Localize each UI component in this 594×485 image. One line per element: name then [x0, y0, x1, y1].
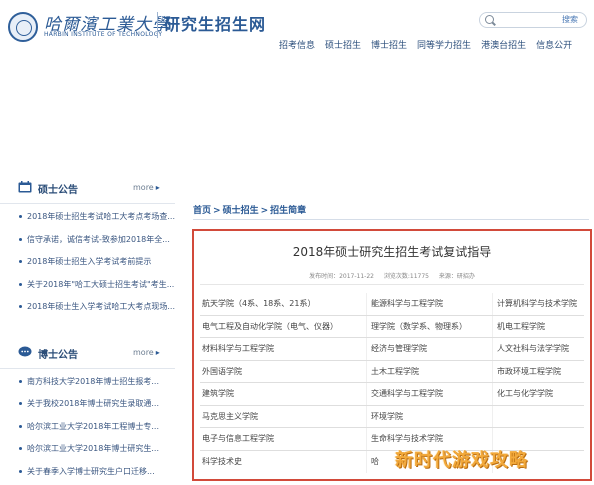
master-notice-list: 2018年硕士招生考试哈工大考点考场查... 信守承诺，诚信考试-致参加2018… — [0, 204, 175, 323]
master-more-link[interactable]: more ▸ — [133, 183, 160, 192]
article-title: 2018年硕士研究生招生考试复试指导 — [292, 245, 492, 259]
more-label: more — [133, 183, 154, 192]
breadcrumb: 首页 > 硕士招生 > 招生简章 — [193, 203, 306, 216]
table-cell[interactable]: 经济与管理学院 — [366, 338, 492, 360]
university-name-en: HARBIN INSTITUTE OF TECHNOLOGY — [44, 31, 163, 38]
site-header: 哈爾濱工業大學 HARBIN INSTITUTE OF TECHNOLOGY 研… — [0, 0, 594, 60]
table-cell[interactable]: 外国语学院 — [200, 361, 366, 383]
table-cell[interactable]: 环境学院 — [366, 405, 492, 427]
table-cell[interactable]: 人文社科与法学学院 — [492, 338, 584, 360]
nav-item-equivalent[interactable]: 同等学力招生 — [412, 38, 476, 51]
site-title[interactable]: 研究生招生网 — [164, 11, 266, 35]
search-button[interactable]: 搜索 — [562, 14, 578, 25]
article-divider — [200, 284, 584, 285]
search-box[interactable]: 搜索 — [479, 12, 587, 28]
table-cell[interactable]: 马克思主义学院 — [200, 406, 366, 428]
master-notice-panel: 硕士公告 more ▸ 2018年硕士招生考试哈工大考点考场查... 信守承诺，诚… — [0, 170, 175, 323]
table-cell[interactable]: 市政环境工程学院 — [492, 360, 584, 382]
master-notice-title: 硕士公告 — [38, 185, 78, 196]
table-cell[interactable]: 电气工程及自动化学院（电气、仪器） — [200, 316, 366, 338]
chevron-right-icon: ▸ — [155, 347, 160, 357]
master-notice-header: 硕士公告 more ▸ — [0, 170, 175, 204]
nav-item-info-disclosure[interactable]: 信息公开 — [531, 38, 577, 51]
nav-item-exam-info[interactable]: 招考信息 — [274, 38, 320, 51]
list-item[interactable]: 关于我校2018年博士研究生录取通... — [0, 397, 175, 420]
list-item[interactable]: 关于春季入学博士研究生户口迁移... — [0, 465, 175, 485]
list-item[interactable]: 哈尔滨工业大学2018年工程博士专... — [0, 420, 175, 443]
table-cell[interactable]: 建筑学院 — [200, 383, 366, 405]
table-row: 外国语学院 土木工程学院 市政环境工程学院 — [200, 360, 584, 383]
doctor-notice-title: 博士公告 — [38, 349, 78, 361]
breadcrumb-home[interactable]: 首页 — [193, 206, 211, 216]
watermark-text: 新时代游戏攻略 — [395, 450, 528, 471]
table-cell[interactable]: 电子与信息工程学院 — [200, 428, 366, 450]
more-label: more — [133, 347, 154, 357]
table-cell[interactable]: 科学技术史 — [200, 451, 366, 474]
search-icon[interactable] — [485, 15, 494, 24]
doctor-more-link[interactable]: more ▸ — [133, 348, 160, 357]
table-cell[interactable]: 机电工程学院 — [492, 315, 584, 337]
list-item[interactable]: 关于2018年"哈工大硕士招生考试"考生... — [0, 278, 175, 301]
view-count: 浏览次数:11775 — [383, 273, 429, 280]
doctor-notice-header: 博士公告 more ▸ — [0, 335, 175, 369]
table-cell[interactable]: 化工与化学学院 — [492, 383, 584, 405]
breadcrumb-separator: > — [213, 206, 221, 216]
chat-bubble-icon — [18, 346, 32, 356]
table-cell — [492, 405, 584, 427]
table-cell[interactable]: 能源科学与工程学院 — [366, 293, 492, 315]
sidebar: 硕士公告 more ▸ 2018年硕士招生考试哈工大考点考场查... 信守承诺，诚… — [0, 170, 175, 485]
list-item[interactable]: 哈尔滨工业大学2018年博士研究生... — [0, 442, 175, 465]
article-panel: 2018年硕士研究生招生考试复试指导 发布时间：2017-11-22 浏览次数:… — [192, 229, 592, 481]
nav-item-master[interactable]: 硕士招生 — [320, 38, 366, 51]
breadcrumb-master[interactable]: 硕士招生 — [223, 206, 259, 216]
nav-item-doctor[interactable]: 博士招生 — [366, 38, 412, 51]
table-row: 马克思主义学院 环境学院 — [200, 405, 584, 428]
university-seal-icon[interactable] — [8, 12, 38, 42]
table-cell[interactable]: 交通科学与工程学院 — [366, 383, 492, 405]
table-row: 材料科学与工程学院 经济与管理学院 人文社科与法学学院 — [200, 338, 584, 361]
nav-item-hk-macao-taiwan[interactable]: 港澳台招生 — [476, 38, 531, 51]
table-cell[interactable]: 航天学院（4系、18系、21系） — [200, 293, 366, 315]
list-item[interactable]: 2018年硕士招生入学考试考前提示 — [0, 255, 175, 278]
doctor-notice-panel: 博士公告 more ▸ 南方科技大学2018年博士招生报考... 关于我校2018… — [0, 335, 175, 485]
breadcrumb-brochure[interactable]: 招生简章 — [270, 206, 306, 216]
table-cell[interactable]: 材料科学与工程学院 — [200, 338, 366, 360]
list-item[interactable]: 信守承诺，诚信考试-致参加2018年全... — [0, 233, 175, 256]
article-meta: 发布时间：2017-11-22 浏览次数:11775 来源：研招办 — [194, 271, 590, 280]
table-cell[interactable]: 计算机科学与技术学院 — [492, 293, 584, 315]
table-row: 建筑学院 交通科学与工程学院 化工与化学学院 — [200, 383, 584, 406]
breadcrumb-divider — [193, 219, 589, 220]
table-cell[interactable]: 理学院（数学系、物理系） — [366, 315, 492, 337]
table-cell[interactable]: 土木工程学院 — [366, 360, 492, 382]
article-source: 来源：研招办 — [438, 273, 475, 280]
main-nav: 招考信息 硕士招生 博士招生 同等学力招生 港澳台招生 信息公开 — [274, 38, 577, 51]
chevron-right-icon: ▸ — [155, 183, 160, 192]
doctor-notice-list: 南方科技大学2018年博士招生报考... 关于我校2018年博士研究生录取通..… — [0, 369, 175, 485]
calendar-icon — [18, 181, 32, 193]
list-item[interactable]: 2018年硕士生入学考试哈工大考点现场... — [0, 300, 175, 323]
list-item[interactable]: 2018年硕士招生考试哈工大考点考场查... — [0, 210, 175, 233]
table-row: 航天学院（4系、18系、21系） 能源科学与工程学院 计算机科学与技术学院 — [200, 293, 584, 316]
table-row: 电气工程及自动化学院（电气、仪器） 理学院（数学系、物理系） 机电工程学院 — [200, 315, 584, 338]
publish-date: 发布时间：2017-11-22 — [309, 273, 374, 280]
breadcrumb-separator: > — [260, 206, 269, 216]
list-item[interactable]: 南方科技大学2018年博士招生报考... — [0, 375, 175, 398]
logo-divider — [157, 12, 158, 38]
